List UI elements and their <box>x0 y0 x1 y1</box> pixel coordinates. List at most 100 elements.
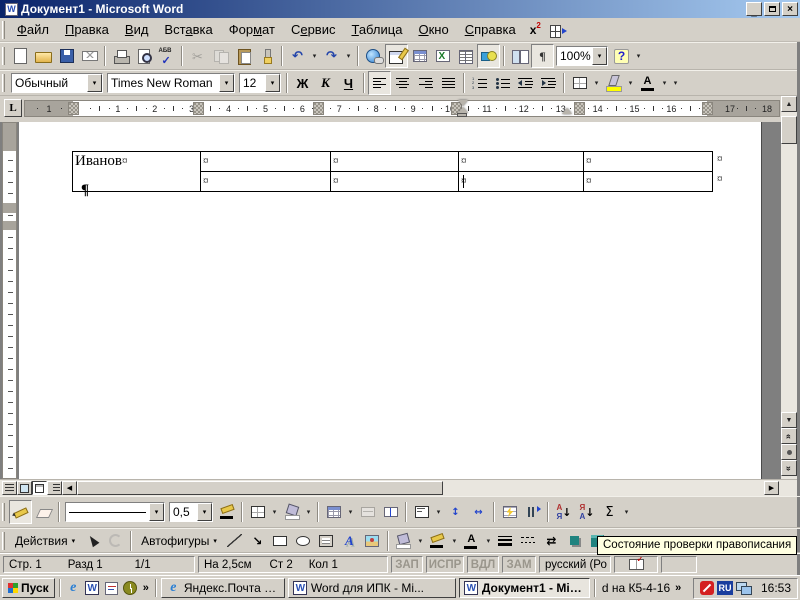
rectangle-button[interactable] <box>269 529 292 553</box>
autosum-button[interactable]: Σ <box>598 500 621 524</box>
arrow-button[interactable]: ↘ <box>246 529 269 553</box>
antivirus-icon[interactable] <box>699 581 714 595</box>
minimize-button[interactable]: _ <box>746 2 762 18</box>
quick-launch-ie[interactable]: e <box>65 580 82 597</box>
undo-button-dropdown[interactable]: ▾ <box>309 45 320 67</box>
status-mode-ext[interactable]: ВДЛ <box>467 556 499 573</box>
font-combo-dropdown[interactable]: ▾ <box>219 74 234 92</box>
underline-button[interactable]: Ч <box>337 71 360 95</box>
outline-view-button[interactable] <box>47 481 62 495</box>
align-right-button[interactable] <box>414 71 437 95</box>
menu-item-help[interactable]: Справка <box>457 19 524 40</box>
align-center-button[interactable] <box>391 71 414 95</box>
address-deskband[interactable]: d на К5-4-16 » <box>600 581 685 595</box>
arrow-style-button[interactable]: ⇄ <box>540 529 563 553</box>
dash-style-button[interactable] <box>517 529 540 553</box>
free-rotate-button[interactable] <box>104 529 127 553</box>
borders-button[interactable] <box>568 71 591 95</box>
table-column-marker[interactable] <box>193 102 204 115</box>
copy-button[interactable] <box>209 44 232 68</box>
table-cell[interactable]: ¤ <box>201 172 331 191</box>
shading-color-button[interactable] <box>280 500 303 524</box>
quick-launch-word[interactable]: W <box>84 580 101 597</box>
cell-align-button[interactable] <box>410 500 433 524</box>
redo-button-dropdown[interactable]: ▾ <box>343 45 354 67</box>
size-combo[interactable]: 12 ▾ <box>239 73 281 93</box>
table-cell[interactable]: ¤ <box>584 172 712 191</box>
table-cell[interactable]: ¤ <box>459 152 584 172</box>
autoshapes-menu[interactable]: Автофигуры ▾ <box>135 530 223 552</box>
table-column-marker[interactable] <box>574 102 585 115</box>
sort-desc-button[interactable]: ↓ <box>575 500 598 524</box>
line-button[interactable] <box>223 529 246 553</box>
toolbar-grip[interactable] <box>2 74 5 92</box>
scroll-down-button[interactable]: ▼ <box>781 412 797 428</box>
style-combo-dropdown[interactable]: ▾ <box>87 74 102 92</box>
font-combo[interactable]: Times New Roman ▾ <box>107 73 235 93</box>
redo-button[interactable]: ↷ <box>320 44 343 68</box>
size-combo-dropdown[interactable]: ▾ <box>265 74 280 92</box>
text-direction-button[interactable] <box>521 500 544 524</box>
toolbar-grip[interactable] <box>2 20 5 39</box>
outside-border-button[interactable] <box>246 500 269 524</box>
font-color-button-dropdown[interactable]: ▾ <box>483 530 494 552</box>
save-button[interactable] <box>55 44 78 68</box>
table-cell[interactable]: ¤ <box>459 172 584 191</box>
document-map-button[interactable] <box>508 44 531 68</box>
style-combo[interactable]: Обычный ▾ <box>11 73 103 93</box>
quick-launch-notes[interactable] <box>103 580 120 597</box>
print-preview-button[interactable] <box>132 44 155 68</box>
status-language[interactable]: русский (Ро <box>539 556 611 573</box>
cell-align-button-dropdown[interactable]: ▾ <box>433 501 444 523</box>
table-cell[interactable]: ¤ <box>331 152 459 172</box>
status-mode-rec[interactable]: ЗАП <box>391 556 423 573</box>
zoom-combo[interactable]: 100% ▾ <box>556 46 608 66</box>
highlight-button-dropdown[interactable]: ▾ <box>625 72 636 94</box>
quick-launch-chevron[interactable]: » <box>141 582 151 594</box>
format-painter-button[interactable] <box>255 44 278 68</box>
tab-selector-button[interactable]: L <box>4 99 22 117</box>
superscript-button[interactable]: x2 <box>524 21 547 39</box>
fill-color-button[interactable] <box>392 529 415 553</box>
status-mode-ovr[interactable]: ЗАМ <box>502 556 536 573</box>
mail-button[interactable] <box>78 44 101 68</box>
textbox-button[interactable] <box>315 529 338 553</box>
left-indent-marker[interactable] <box>457 113 467 117</box>
highlight-button[interactable] <box>602 71 625 95</box>
distribute-rows-button[interactable]: ↕ <box>444 500 467 524</box>
quick-launch-clock[interactable] <box>122 580 139 597</box>
insert-excel-button[interactable] <box>431 44 454 68</box>
web-view-button[interactable] <box>17 481 32 495</box>
print-button[interactable] <box>109 44 132 68</box>
language-indicator[interactable]: RU <box>716 581 733 595</box>
insert-hyperlink-button[interactable] <box>362 44 385 68</box>
distribute-cols-button[interactable]: ↔ <box>467 500 490 524</box>
toolbar-options-button[interactable]: ▾ <box>670 72 681 94</box>
outside-border-button-dropdown[interactable]: ▾ <box>269 501 280 523</box>
shading-color-button-dropdown[interactable]: ▾ <box>303 501 314 523</box>
horizontal-scrollbar[interactable]: ◀ ▶ <box>0 479 797 496</box>
tables-borders-button[interactable] <box>385 44 408 68</box>
undo-button[interactable]: ↶ <box>286 44 309 68</box>
select-objects-button[interactable] <box>81 529 104 553</box>
menu-item-tools[interactable]: Сервис <box>283 19 344 40</box>
line-weight-combo-dropdown[interactable]: ▾ <box>197 503 212 521</box>
horizontal-scroll-thumb[interactable] <box>77 481 443 495</box>
border-color-button[interactable] <box>215 500 238 524</box>
numbered-list-button[interactable] <box>468 71 491 95</box>
spelling-button[interactable] <box>155 44 178 68</box>
task-button-3[interactable]: W Документ1 - Mic... <box>458 578 590 598</box>
line-color-button[interactable] <box>426 529 449 553</box>
table-column-marker[interactable] <box>68 102 79 115</box>
italic-button[interactable]: К <box>314 71 337 95</box>
split-cells-button[interactable] <box>379 500 402 524</box>
draw-table-button[interactable] <box>9 500 32 524</box>
menu-item-window[interactable]: Окно <box>410 19 456 40</box>
insert-columns-button[interactable] <box>547 18 570 42</box>
close-button[interactable]: × <box>782 2 798 16</box>
menu-item-edit[interactable]: Правка <box>57 19 117 40</box>
table-cell[interactable]: ¤ <box>201 152 331 172</box>
menu-item-insert[interactable]: Вставка <box>156 19 220 40</box>
oval-button[interactable] <box>292 529 315 553</box>
eraser-button[interactable] <box>32 500 55 524</box>
